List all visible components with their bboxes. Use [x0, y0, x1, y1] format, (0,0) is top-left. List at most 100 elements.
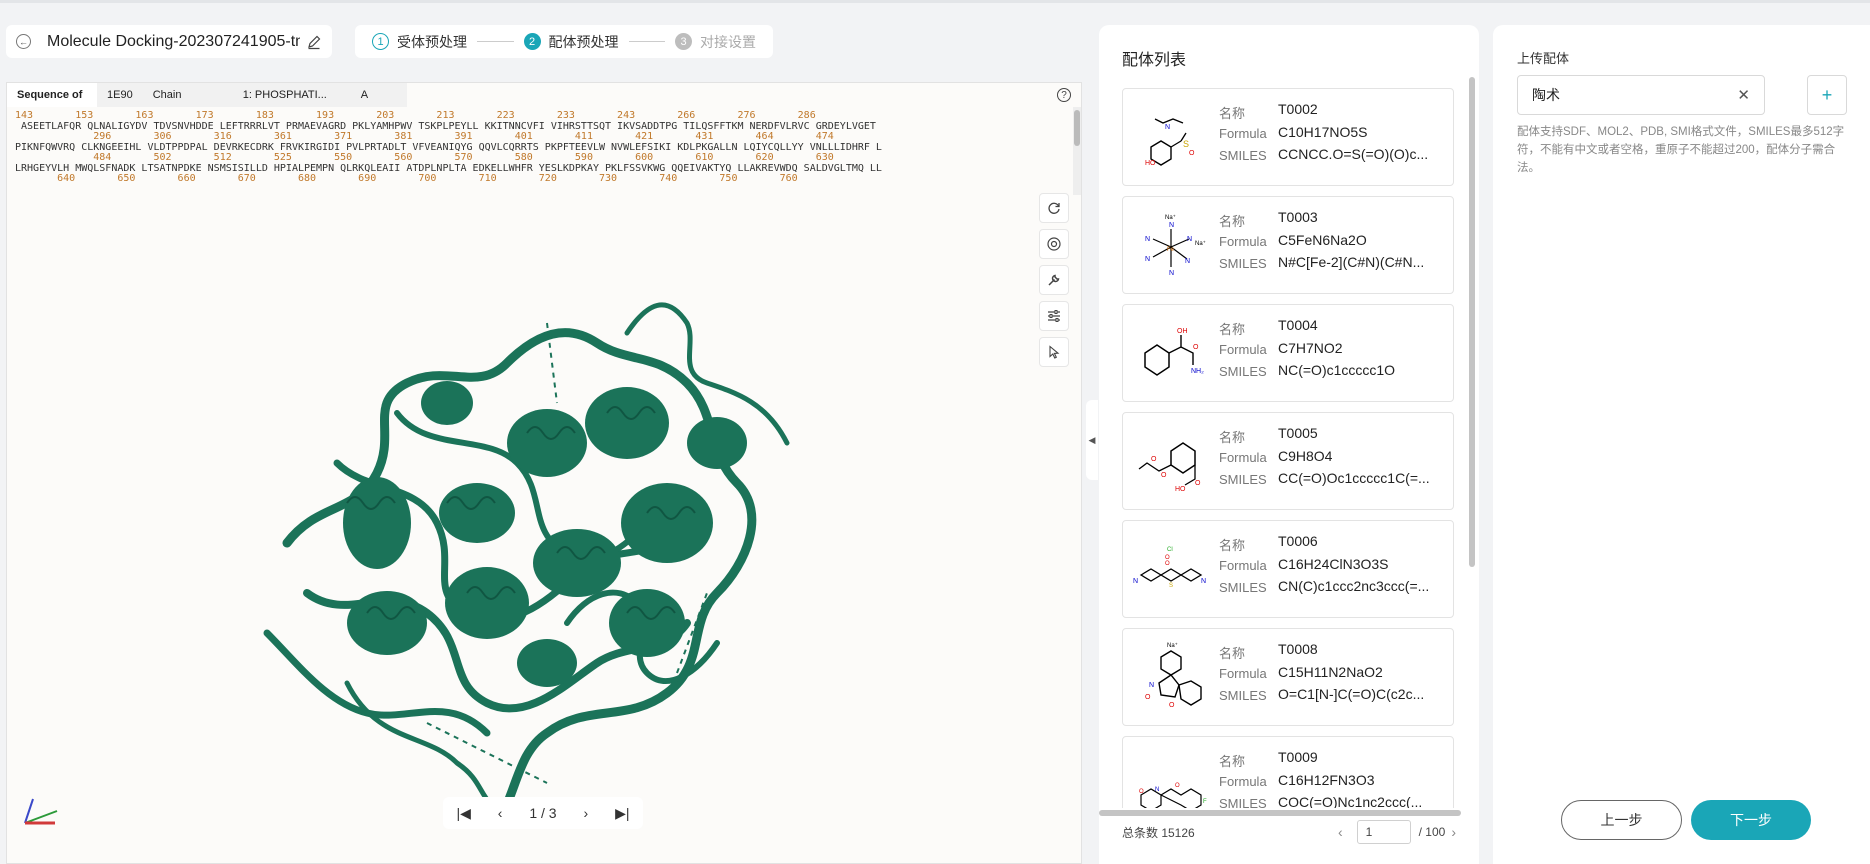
last-page-button[interactable]: ▶| [615, 805, 629, 822]
smiles-label: SMILES [1219, 472, 1267, 487]
project-title-bar: ← Molecule Docking-202307241905-tmxi [6, 25, 332, 58]
step-number: 3 [675, 33, 692, 50]
ligand-formula: C10H17NO5S [1278, 124, 1368, 140]
camera-icon [1047, 237, 1061, 251]
select-mode-button[interactable] [1039, 337, 1069, 367]
scrollbar-thumb[interactable] [1074, 110, 1080, 146]
formula-label: Formula [1219, 234, 1267, 249]
svg-text:O: O [1139, 789, 1144, 795]
ligand-smiles: CCNCC.O=S(=O)(O)c... [1278, 146, 1429, 162]
svg-text:F: F [1203, 799, 1207, 805]
ligand-list-vscrollbar[interactable] [1469, 77, 1475, 567]
input-value: 陶术 [1532, 87, 1560, 103]
ligand-formula: C15H11N2NaO2 [1278, 664, 1383, 680]
ligand-list-pagination: 总条数 15126 ‹ 1 / 100 › [1122, 820, 1462, 844]
svg-text:N: N [1169, 222, 1174, 229]
prev-page-chevron-icon[interactable]: ‹ [1332, 824, 1349, 840]
formula-label: Formula [1219, 774, 1267, 789]
settings-button[interactable] [1039, 301, 1069, 331]
page-indicator: 1 / 3 [529, 805, 557, 821]
project-title: Molecule Docking-202307241905-tmxi [47, 32, 300, 50]
help-icon[interactable]: ? [1057, 88, 1071, 102]
sequence-numbers: 640 650 660 670 680 690 700 710 720 730 … [15, 173, 798, 184]
protein-structure-render[interactable] [247, 263, 847, 823]
ligand-structure-image: O O O HO [1138, 442, 1201, 493]
ligand-list-hscrollbar[interactable] [1099, 810, 1461, 816]
ligand-name: T0004 [1278, 317, 1318, 333]
ligand-list[interactable]: S O HO N 名称 T0002 Formula C10H17NO5S SMILES CCNCC… [1122, 88, 1454, 808]
reset-view-button[interactable] [1039, 193, 1069, 223]
svg-text:S: S [1169, 583, 1173, 589]
total-count: 总条数 15126 [1122, 825, 1195, 840]
smiles-label: SMILES [1219, 796, 1267, 808]
molecule-select[interactable]: 1: PHOSPHATI... [233, 89, 351, 101]
edit-icon[interactable] [306, 34, 322, 50]
ligand-smiles: NC(=O)c1ccccc1O [1278, 362, 1396, 378]
sequence-header: Sequence of 1E90 Chain 1: PHOSPHATI... A [7, 83, 407, 107]
sequence-numbers: 484 502 512 525 550 560 570 580 590 600 … [15, 152, 834, 163]
ligand-card[interactable]: O N F O 名称 T0009 Formula C16H12FN3O3 SMILES COC(=… [1122, 736, 1454, 808]
sequence-text[interactable]: 143 153 163 173 183 193 203 213 223 233 … [15, 111, 1067, 193]
structure-pager: |◀ ‹ 1 / 3 › ▶| [443, 797, 643, 829]
svg-text:HO: HO [1175, 486, 1186, 493]
collapse-panel-button[interactable]: ◀ [1086, 400, 1098, 480]
ligand-card[interactable]: S O HO N 名称 T0002 Formula C10H17NO5S SMILES CCNCC… [1122, 88, 1454, 186]
svg-text:O: O [1193, 344, 1199, 351]
chain-label: Chain [152, 89, 182, 101]
ligand-card[interactable]: Na⁺ Na⁺ N N N N N N Fe 名称 T0003 Formula C5FeN6Na2O SM… [1122, 196, 1454, 294]
ligand-name: T0002 [1278, 101, 1318, 117]
upload-title: 上传配体 [1517, 51, 1570, 66]
ligand-card[interactable]: Cl O O S N N 名称 T0006 Formula C16H24ClN3O3S SMILES… [1122, 520, 1454, 618]
ligand-search-input[interactable]: 陶术 ✕ [1517, 75, 1765, 115]
pointer-icon [1049, 345, 1060, 359]
screenshot-button[interactable] [1039, 229, 1069, 259]
add-ligand-button[interactable]: + [1807, 75, 1847, 115]
svg-text:O: O [1195, 480, 1201, 487]
ligand-smiles: N#C[Fe-2](C#N)(C#N... [1278, 254, 1425, 270]
svg-text:HO: HO [1145, 160, 1156, 167]
page-number-input[interactable]: 1 [1356, 820, 1411, 844]
svg-text:Cl: Cl [1167, 547, 1173, 553]
upload-hint: 配体支持SDF、MOL2、PDB, SMI格式文件，SMILES最多512字符，… [1517, 126, 1845, 174]
next-step-button[interactable]: 下一步 [1691, 800, 1811, 840]
axes-indicator-icon [24, 798, 58, 825]
ligand-formula: C9H8O4 [1278, 448, 1333, 464]
sequence-scrollbar[interactable] [1073, 107, 1081, 195]
ligand-structure-image: O N F O [1139, 783, 1207, 808]
tools-button[interactable] [1039, 265, 1069, 295]
next-page-chevron-icon[interactable]: › [1445, 824, 1462, 840]
sequence-title: Sequence of [7, 83, 97, 107]
svg-text:Na⁺: Na⁺ [1195, 240, 1206, 247]
ligand-card[interactable]: OH O NH₂ 名称 T0004 Formula C7H7NO2 SMILES NC(=O)c… [1122, 304, 1454, 402]
wrench-icon [1048, 274, 1060, 286]
molecule-viewer[interactable]: Sequence of 1E90 Chain 1: PHOSPHATI... A… [6, 82, 1082, 864]
first-page-button[interactable]: |◀ [456, 805, 470, 822]
clear-icon[interactable]: ✕ [1737, 86, 1750, 104]
step-receptor[interactable]: 1 受体预处理 [372, 32, 467, 52]
step-docking[interactable]: 3 对接设置 [675, 32, 756, 52]
chevron-left-icon: ◀ [1088, 434, 1096, 445]
name-label: 名称 [1219, 106, 1246, 121]
upload-ligand-panel: 上传配体 陶术 ✕ + 配体支持SDF、MOL2、PDB, SMI格式文件，SM… [1493, 25, 1870, 864]
rotate-icon [1048, 202, 1060, 214]
previous-step-button[interactable]: 上一步 [1561, 800, 1682, 840]
ligand-card[interactable]: O O O HO 名称 T0005 Formula C9H8O4 SMILES CC(=O)Oc1… [1122, 412, 1454, 510]
chain-select[interactable]: A [351, 89, 378, 101]
sequence-numbers: 143 153 163 173 183 193 203 213 223 233 … [15, 111, 816, 121]
back-icon[interactable]: ← [16, 34, 31, 49]
next-page-button[interactable]: › [584, 805, 589, 821]
prev-page-button[interactable]: ‹ [498, 805, 503, 821]
step-label: 配体预处理 [548, 33, 619, 50]
name-label: 名称 [1219, 322, 1246, 337]
svg-text:Na⁺: Na⁺ [1167, 642, 1178, 649]
entry-select[interactable]: 1E90 [97, 89, 143, 101]
ligand-card[interactable]: Na⁺ N O O 名称 T0008 Formula C15H11N2NaO2 SMILES O=… [1122, 628, 1454, 726]
page-total: / 100 [1418, 825, 1446, 839]
ligand-list-panel: 配体列表 S O HO N 名称 T0002 Formula C10H17NO5S SMILES… [1099, 25, 1479, 864]
svg-text:O: O [1175, 783, 1180, 789]
step-ligand[interactable]: 2 配体预处理 [523, 32, 619, 52]
svg-text:N: N [1149, 682, 1154, 689]
ligand-smiles: O=C1[N-]C(=O)C(c2c... [1278, 686, 1425, 702]
svg-text:N: N [1187, 236, 1192, 243]
step-connector [628, 41, 665, 42]
